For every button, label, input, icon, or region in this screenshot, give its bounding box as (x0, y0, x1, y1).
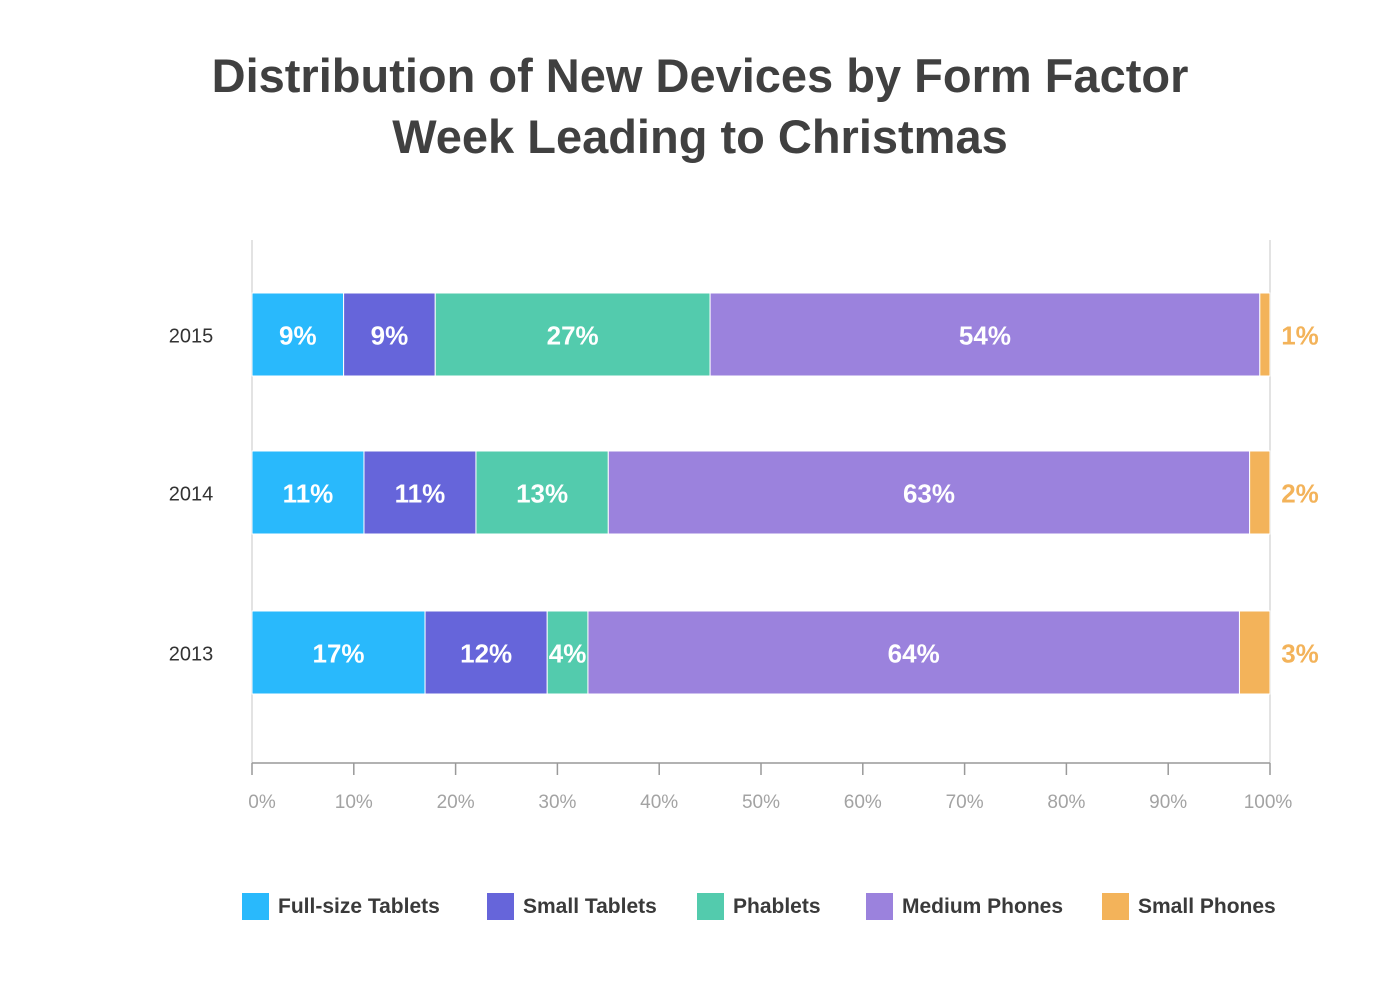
legend-swatch (242, 893, 269, 920)
legend-swatch (866, 893, 893, 920)
legend: Full-size Tablets Small Tablets Phablets Me… (0, 893, 1400, 923)
legend-label: Small Tablets (523, 894, 657, 918)
legend-item: Full-size Tablets (242, 893, 440, 920)
data-label: 1% (1281, 321, 1319, 351)
data-label: 9% (279, 321, 317, 351)
x-tick-label: 50% (742, 792, 780, 813)
x-tick-label: 20% (437, 792, 475, 813)
category-label: 2014 (169, 484, 214, 506)
legend-swatch (487, 893, 514, 920)
x-tick-label: 70% (946, 792, 984, 813)
legend-swatch (697, 893, 724, 920)
bar-segment (1249, 450, 1271, 535)
data-label: 17% (313, 639, 365, 669)
stacked-bar-chart: 0% 10% 20% 30% 40% 50% 60% 70% 80% 90% 100% 2015 9%… (169, 240, 1319, 813)
legend-swatch (1102, 893, 1129, 920)
data-label: 11% (283, 479, 334, 509)
legend-label: Medium Phones (902, 894, 1064, 918)
legend-item: Small Tablets (487, 893, 657, 920)
x-tick-label: 80% (1047, 792, 1085, 813)
data-label: 4% (549, 639, 587, 669)
x-tick-label: 100% (1244, 792, 1293, 813)
data-label: 2% (1281, 479, 1319, 509)
legend-label: Full-size Tablets (278, 894, 440, 918)
data-label: 64% (888, 639, 940, 669)
x-tick-label: 40% (640, 792, 678, 813)
bar-segment (1259, 292, 1271, 377)
category-label: 2015 (169, 326, 214, 348)
data-label: 12% (460, 639, 512, 669)
data-label: 3% (1281, 639, 1319, 669)
legend-label: Phablets (733, 894, 821, 918)
data-label: 11% (395, 479, 446, 509)
x-tick-label: 10% (335, 792, 373, 813)
data-label: 13% (516, 479, 568, 509)
x-tick-label: 60% (844, 792, 882, 813)
legend-item: Small Phones (1102, 893, 1276, 920)
data-label: 54% (959, 321, 1011, 351)
data-label: 9% (371, 321, 409, 351)
legend-item: Phablets (697, 893, 821, 920)
data-label: 27% (547, 321, 599, 351)
data-label: 63% (903, 479, 955, 509)
x-tick-label: 90% (1149, 792, 1187, 813)
bar-segment (1238, 610, 1271, 695)
category-label: 2013 (169, 644, 214, 666)
x-tick-label: 0% (248, 792, 276, 813)
legend-item: Medium Phones (866, 893, 1063, 920)
legend-label: Small Phones (1138, 894, 1276, 918)
x-tick-label: 30% (538, 792, 576, 813)
